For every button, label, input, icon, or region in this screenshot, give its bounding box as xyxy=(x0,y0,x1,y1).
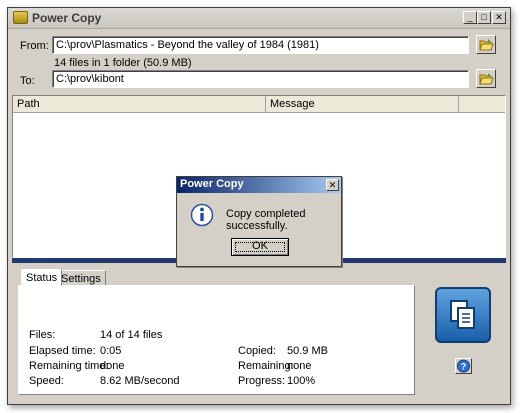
files-label: Files: xyxy=(29,329,56,341)
from-label: From: xyxy=(20,40,49,52)
speed-value: 8.62 MB/second xyxy=(100,375,180,387)
copy-button[interactable] xyxy=(435,287,491,343)
remaining-time-value: done xyxy=(100,360,125,372)
progress-value: 100% xyxy=(287,375,316,387)
progress-label: Progress: xyxy=(238,375,286,387)
column-header-path[interactable]: Path xyxy=(13,96,266,113)
copied-value: 50.9 MB xyxy=(287,345,328,357)
dialog-message: Copy completed successfully. xyxy=(226,208,306,232)
focus-rect xyxy=(235,242,285,252)
tab-settings[interactable]: Settings xyxy=(56,270,106,286)
speed-label: Speed: xyxy=(29,375,64,387)
folder-open-icon xyxy=(479,39,494,51)
completion-dialog: Power Copy ✕ Copy completed successfully… xyxy=(176,176,342,267)
source-summary: 14 files in 1 folder (50.9 MB) xyxy=(54,57,192,69)
browse-to-button[interactable] xyxy=(476,69,496,88)
browse-from-button[interactable] xyxy=(476,35,496,54)
status-panel: Files: 14 of 14 files Elapsed time: 0:05… xyxy=(18,285,415,395)
help-button[interactable]: ? xyxy=(455,358,472,374)
tab-status[interactable]: Status xyxy=(21,269,63,286)
elapsed-label: Elapsed time: xyxy=(29,345,96,357)
help-icon: ? xyxy=(457,359,470,373)
remaining-time-label: Remaining time: xyxy=(29,360,109,372)
title-bar[interactable]: Power Copy _ □ ✕ xyxy=(8,8,510,29)
copy-files-icon xyxy=(450,300,475,329)
svg-text:?: ? xyxy=(461,362,467,372)
window-title: Power Copy xyxy=(32,11,102,25)
dialog-close-button[interactable]: ✕ xyxy=(326,179,339,191)
remaining-value: none xyxy=(287,360,312,372)
info-icon xyxy=(190,203,214,227)
elapsed-value: 0:05 xyxy=(100,345,122,357)
maximize-button[interactable]: □ xyxy=(477,11,491,24)
folder-open-icon xyxy=(479,73,494,85)
to-path-field[interactable]: C:\prov\kibont xyxy=(52,70,469,88)
app-icon xyxy=(13,11,28,24)
files-value: 14 of 14 files xyxy=(100,329,163,341)
to-label: To: xyxy=(20,75,35,87)
close-button[interactable]: ✕ xyxy=(492,11,506,24)
minimize-button[interactable]: _ xyxy=(463,11,477,24)
ok-button[interactable]: OK xyxy=(231,238,289,256)
from-path-field[interactable]: C:\prov\Plasmatics - Beyond the valley o… xyxy=(52,36,469,54)
dialog-title: Power Copy xyxy=(180,178,244,190)
dialog-title-bar[interactable]: Power Copy ✕ xyxy=(177,177,341,193)
remaining-label: Remaining: xyxy=(238,360,294,372)
copied-label: Copied: xyxy=(238,345,276,357)
column-header-message[interactable]: Message xyxy=(266,96,459,113)
column-header-filler xyxy=(459,96,505,113)
